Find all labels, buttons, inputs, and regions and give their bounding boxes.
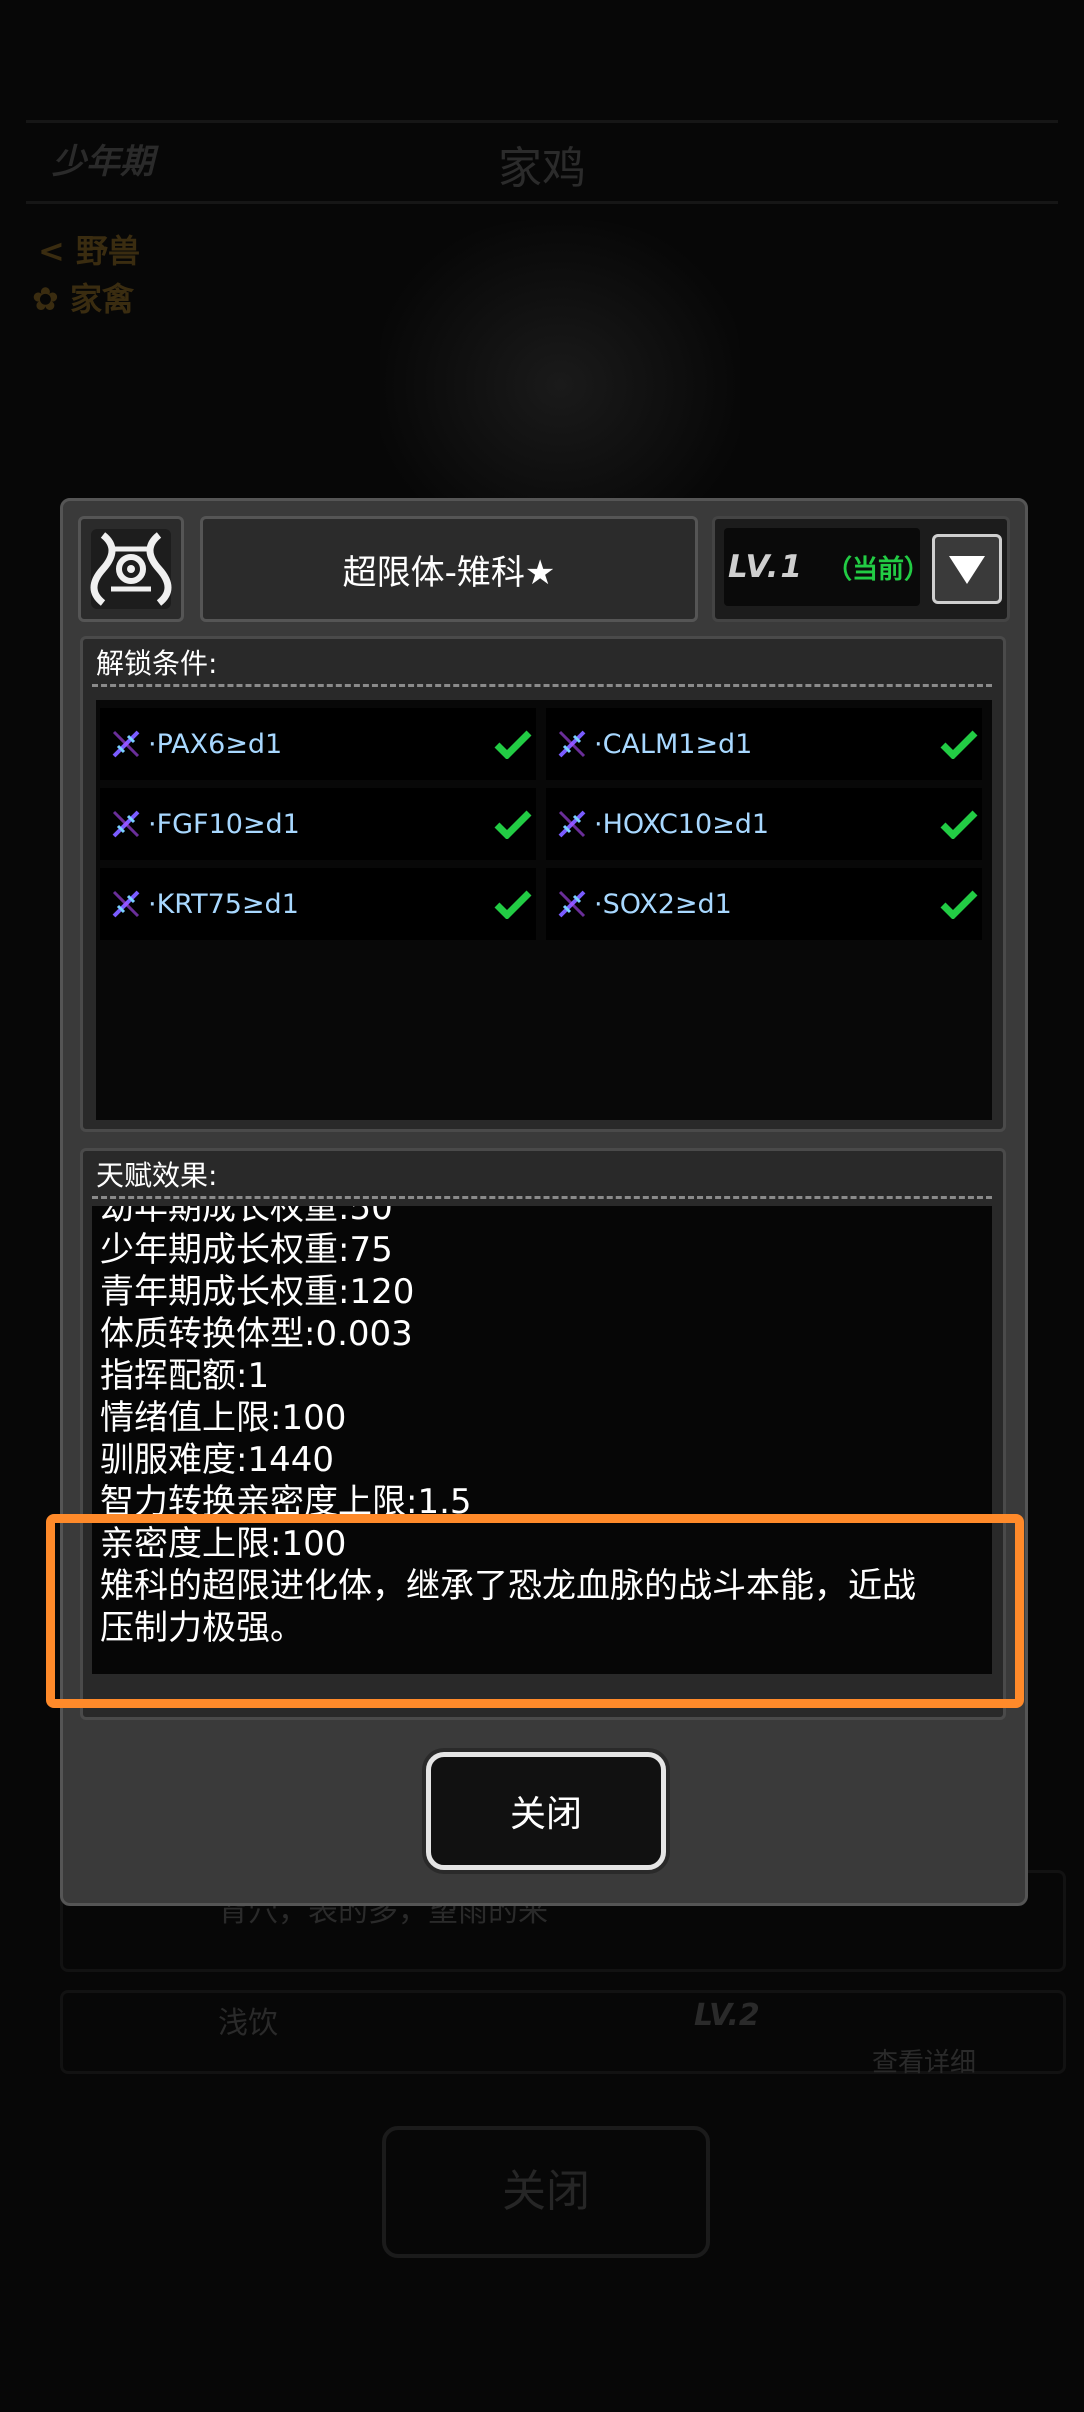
close-button[interactable]: 关闭 xyxy=(426,1752,666,1870)
condition-text: ·FGF10≥d1 xyxy=(148,808,300,840)
rooster-image xyxy=(380,220,740,520)
background-row-level: LV.2 xyxy=(694,1998,760,2033)
condition-text: ·KRT75≥d1 xyxy=(148,888,299,920)
check-icon xyxy=(940,810,978,839)
condition-text: ·HOXC10≥d1 xyxy=(594,808,770,840)
dna-icon xyxy=(112,730,140,758)
condition-text: ·PAX6≥d1 xyxy=(148,728,283,760)
triangle-down-icon xyxy=(949,556,985,584)
condition-item: ·SOX2≥d1 xyxy=(546,868,982,940)
check-icon xyxy=(494,890,532,919)
dna-icon xyxy=(112,890,140,918)
condition-item: ·PAX6≥d1 xyxy=(100,708,536,780)
level-status: （当前） xyxy=(826,554,931,585)
condition-text: ·SOX2≥d1 xyxy=(594,888,732,920)
check-icon xyxy=(494,810,532,839)
dna-emblem-icon xyxy=(90,529,172,609)
divider xyxy=(92,684,992,687)
background-close-button: 关闭 xyxy=(382,2126,710,2258)
condition-item: ·FGF10≥d1 xyxy=(100,788,536,860)
background-row-name: 浅饮 xyxy=(218,2006,278,2041)
background-detail-button: 查看详细 xyxy=(872,2048,977,2078)
conditions-grid: ·PAX6≥d1 ·CALM1≥d1 ·FGF10≥d1 ·HOXC10≥d1 … xyxy=(96,700,992,1120)
dna-icon xyxy=(112,810,140,838)
talent-title: 超限体-雉科★ xyxy=(200,516,698,622)
dna-icon xyxy=(558,810,586,838)
description-highlight-box xyxy=(46,1514,1024,1708)
background-title: 家鸡 xyxy=(498,143,586,194)
talent-effects-label: 天赋效果: xyxy=(96,1159,218,1192)
condition-item: ·HOXC10≥d1 xyxy=(546,788,982,860)
level-text: LV.1 xyxy=(728,549,804,585)
level-dropdown-button[interactable] xyxy=(932,534,1002,604)
talent-icon-box xyxy=(78,516,184,622)
check-icon xyxy=(940,730,978,759)
check-icon xyxy=(494,730,532,759)
condition-item: ·KRT75≥d1 xyxy=(100,868,536,940)
level-display: LV.1 （当前） xyxy=(724,528,931,606)
dna-icon xyxy=(558,890,586,918)
background-tag-beast: < 野兽 xyxy=(38,232,140,270)
check-icon xyxy=(940,890,978,919)
condition-item: ·CALM1≥d1 xyxy=(546,708,982,780)
divider xyxy=(92,1196,992,1199)
condition-text: ·CALM1≥d1 xyxy=(594,728,753,760)
unlock-conditions-label: 解锁条件: xyxy=(96,647,218,680)
dna-icon xyxy=(558,730,586,758)
background-tag-poultry: ✿ 家禽 xyxy=(32,280,134,318)
